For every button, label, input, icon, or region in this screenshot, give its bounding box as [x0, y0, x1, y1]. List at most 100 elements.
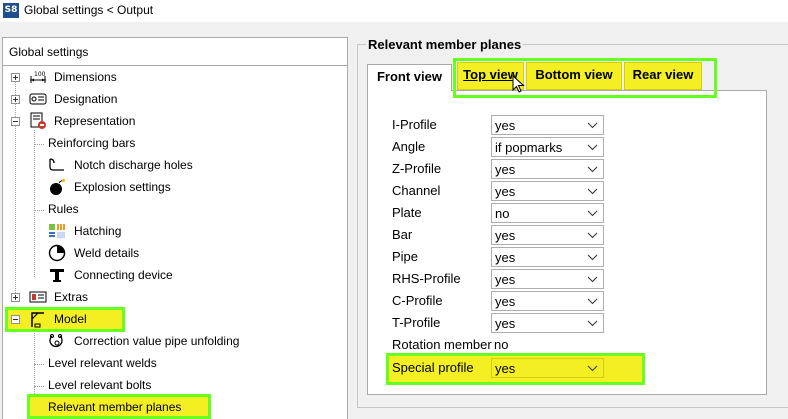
combo-angle[interactable]: if popmarks — [491, 137, 604, 157]
prop-label-angle: Angle — [392, 139, 426, 154]
combo-value: yes — [495, 228, 516, 243]
combo-i-profile[interactable]: yes — [491, 115, 604, 135]
prop-label-channel: Channel — [392, 183, 441, 198]
mouse-cursor-icon — [512, 75, 525, 93]
tree-item-label: Relevant member planes — [48, 400, 182, 414]
combo-value: yes — [495, 272, 516, 287]
chevron-down-icon — [587, 188, 598, 195]
tab-front-view[interactable]: Front view — [367, 64, 452, 91]
window-title: Global settings < Output — [24, 3, 154, 17]
tab-rear-view[interactable]: Rear view — [624, 62, 702, 90]
pipe-unfolding-icon — [49, 334, 63, 348]
expand-icon[interactable] — [11, 95, 20, 104]
combo-rotation-member[interactable]: no — [491, 335, 604, 355]
tree-item-representation[interactable]: Representation — [0, 111, 340, 131]
tree-item-label: Level relevant welds — [48, 356, 157, 370]
tree-item-label: Reinforcing bars — [48, 136, 136, 150]
combo-special-profile[interactable]: yes — [491, 358, 604, 378]
collapse-icon[interactable] — [11, 117, 20, 126]
svg-text:100: 100 — [34, 71, 46, 78]
combo-rhs-profile[interactable]: yes — [491, 269, 604, 289]
tree-item-label: Designation — [54, 92, 118, 106]
prop-label-t-profile: T-Profile — [392, 315, 441, 330]
prop-label-plate: Plate — [392, 205, 422, 220]
tree-item-label: Rules — [48, 202, 79, 216]
expand-icon[interactable] — [11, 293, 20, 302]
combo-t-profile[interactable]: yes — [491, 313, 604, 333]
tree-item-explosion-settings[interactable]: Explosion settings — [0, 177, 340, 197]
tree-header: Global settings — [3, 38, 347, 66]
combo-bar[interactable]: yes — [491, 225, 604, 245]
tree-header-label: Global settings — [9, 45, 89, 59]
combo-value: if popmarks — [495, 140, 563, 155]
tree-item-correction-value-pipe-unfolding[interactable]: Correction value pipe unfolding — [0, 331, 340, 351]
tree-item-label: Dimensions — [54, 70, 117, 84]
tree-connector — [34, 386, 44, 387]
model-icon — [31, 312, 44, 328]
tree-item-label: Correction value pipe unfolding — [74, 334, 240, 348]
combo-value: no — [494, 337, 509, 352]
combo-channel[interactable]: yes — [491, 181, 604, 201]
extras-icon — [29, 291, 47, 303]
tree-item-label: Notch discharge holes — [74, 158, 193, 172]
combo-c-profile[interactable]: yes — [491, 291, 604, 311]
combo-value: yes — [495, 118, 516, 133]
tree-item-level-relevant-bolts[interactable]: Level relevant bolts — [48, 375, 151, 395]
tree-connector — [34, 364, 44, 365]
tree-item-extras[interactable]: Extras — [0, 287, 340, 307]
chevron-down-icon — [587, 210, 598, 217]
expand-icon[interactable] — [11, 73, 20, 82]
tree-item-label: Extras — [54, 290, 89, 304]
combo-value: no — [495, 206, 510, 221]
combo-z-profile[interactable]: yes — [491, 159, 604, 179]
prop-label-rotation-member: Rotation member — [392, 337, 492, 352]
combo-plate[interactable]: no — [491, 203, 604, 223]
prop-label-bar: Bar — [392, 227, 413, 242]
app-icon: S8 — [3, 3, 19, 18]
dimensions-icon: 100 — [30, 71, 46, 83]
tree-item-notch-discharge-holes[interactable]: Notch discharge holes — [0, 155, 340, 175]
tree-item-rules[interactable]: Rules — [48, 199, 79, 219]
connecting-device-icon — [50, 269, 64, 282]
title-bar: S8 Global settings < Output — [0, 0, 788, 22]
tree-item-label: Hatching — [74, 224, 122, 238]
chevron-down-icon — [587, 144, 598, 151]
chevron-down-icon — [587, 232, 598, 239]
tree-item-weld-details[interactable]: Weld details — [0, 243, 340, 263]
tree-item-model[interactable]: Model — [0, 309, 340, 329]
chevron-down-icon — [587, 166, 598, 173]
combo-value: yes — [495, 294, 516, 309]
tree-item-relevant-member-planes[interactable]: Relevant member planes — [48, 397, 181, 417]
collapse-icon[interactable] — [11, 315, 20, 324]
tree-item-reinforcing-bars[interactable]: Reinforcing bars — [48, 133, 135, 153]
combo-value: yes — [495, 250, 516, 265]
tree-item-label: Representation — [54, 114, 136, 128]
tree-item-label: Model — [54, 312, 87, 326]
tree-item-hatching[interactable]: Hatching — [0, 221, 340, 241]
combo-pipe[interactable]: yes — [491, 247, 604, 267]
tree-item-connecting-device[interactable]: Connecting device — [0, 265, 340, 285]
prop-label-pipe: Pipe — [392, 249, 419, 264]
designation-icon — [29, 93, 47, 105]
combo-value: yes — [495, 162, 516, 177]
tree-item-label: Explosion settings — [74, 180, 171, 194]
chevron-down-icon — [587, 276, 598, 283]
chevron-down-icon — [587, 254, 598, 261]
tree-item-level-relevant-welds[interactable]: Level relevant welds — [48, 353, 157, 373]
tree-item-label: Level relevant bolts — [48, 378, 152, 392]
prop-label-special-profile: Special profile — [392, 360, 474, 375]
notch-icon — [49, 158, 64, 171]
chevron-down-icon — [587, 320, 598, 327]
tab-bottom-view[interactable]: Bottom view — [526, 62, 622, 90]
bomb-icon — [50, 179, 65, 195]
combo-value: yes — [495, 184, 516, 199]
tree-item-dimensions[interactable]: 100 Dimensions — [0, 67, 340, 87]
weld-details-icon — [48, 244, 66, 262]
chevron-down-icon — [587, 298, 598, 305]
representation-icon — [30, 112, 46, 129]
group-title: Relevant member planes — [366, 37, 524, 52]
prop-label-rhs-profile: RHS-Profile — [392, 271, 461, 286]
tree-item-designation[interactable]: Designation — [0, 89, 340, 109]
prop-label-z-profile: Z-Profile — [392, 161, 442, 176]
chevron-down-icon — [587, 122, 598, 129]
